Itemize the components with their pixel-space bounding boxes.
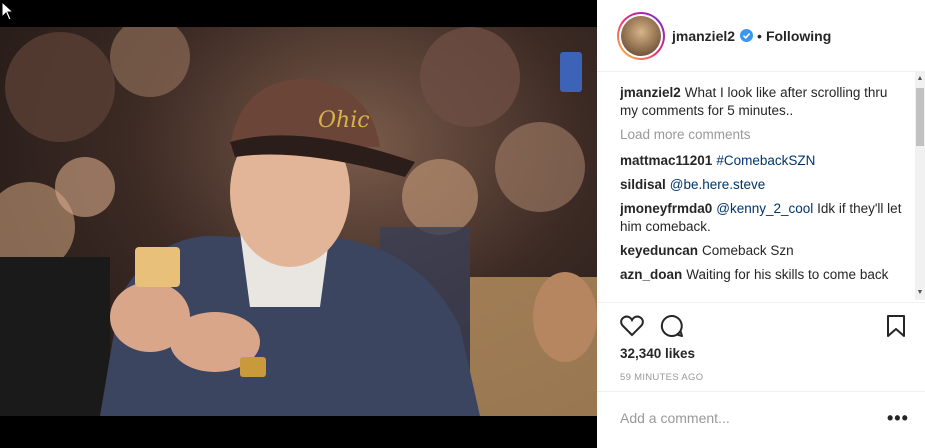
comments-scrollbar[interactable]: ▲ ▼ [915, 72, 925, 300]
post-header: jmanziel2 • Following [597, 0, 925, 72]
comment-text: Waiting for his skills to come back [686, 267, 889, 282]
comment-username[interactable]: jmoneyfrmda0 [620, 201, 712, 216]
load-more-comments-link[interactable]: Load more comments [620, 126, 906, 144]
likes-count[interactable]: 32,340 likes [620, 346, 695, 361]
comment-username[interactable]: sildisal [620, 177, 666, 192]
comment-username[interactable]: mattmac11201 [620, 153, 712, 168]
more-options-icon[interactable]: ••• [887, 408, 909, 429]
mouse-cursor-icon [1, 1, 15, 21]
cap-logo: Ohic [318, 108, 370, 133]
caption-username[interactable]: jmanziel2 [620, 85, 681, 100]
avatar[interactable] [617, 11, 665, 60]
media-bottom-strip [0, 416, 597, 448]
comment-item: jmoneyfrmda0 @kenny_2_cool Idk if they'll… [620, 200, 906, 236]
comment-item: azn_doan Waiting for his skills to come b… [620, 266, 906, 284]
caption: jmanziel2 What I look like after scrollin… [620, 84, 906, 120]
post-side-panel: jmanziel2 • Following jmanziel2 What I lo… [597, 0, 925, 448]
post-timestamp[interactable]: 59 MINUTES AGO [620, 372, 703, 383]
scrollbar-thumb[interactable] [916, 88, 924, 146]
post-photo[interactable]: Ohic [0, 27, 597, 416]
scroll-down-arrow-icon[interactable]: ▼ [915, 286, 925, 300]
comment-text: Comeback Szn [702, 243, 794, 258]
photo-illustration: Ohic [0, 27, 597, 416]
verified-badge-icon [740, 29, 754, 42]
comment-username[interactable]: keyeduncan [620, 243, 698, 258]
comment-icon[interactable] [659, 313, 685, 339]
comment-username[interactable]: azn_doan [620, 267, 682, 282]
bookmark-icon[interactable] [883, 313, 909, 339]
following-button[interactable]: Following [766, 28, 831, 44]
comment-item: mattmac11201 #ComebackSZN [620, 152, 906, 170]
comment-mention[interactable]: @kenny_2_cool [716, 201, 813, 216]
add-comment-input[interactable] [620, 410, 870, 426]
comment-item: keyeduncan Comeback Szn [620, 242, 906, 260]
scroll-up-arrow-icon[interactable]: ▲ [915, 72, 925, 86]
add-comment-bar: ••• [597, 391, 925, 448]
header-username[interactable]: jmanziel2 [672, 28, 735, 44]
heart-icon[interactable] [619, 313, 645, 339]
action-bar [597, 302, 925, 348]
comment-mention[interactable]: @be.here.steve [670, 177, 766, 192]
media-area: Ohic [0, 0, 597, 448]
comment-item: sildisal @be.here.steve [620, 176, 906, 194]
comment-hashtag[interactable]: #ComebackSZN [716, 153, 815, 168]
header-separator: • [757, 27, 762, 44]
comments-list: jmanziel2 What I look like after scrollin… [620, 84, 906, 302]
